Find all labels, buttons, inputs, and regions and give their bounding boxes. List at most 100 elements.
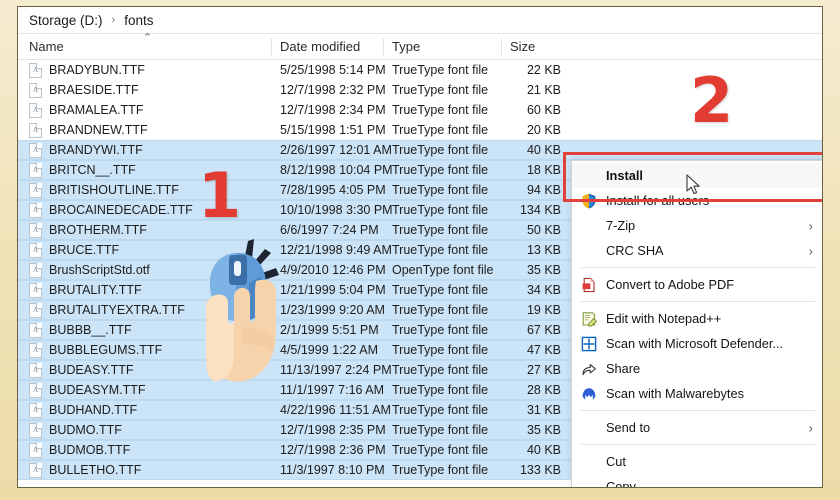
adobe-pdf-icon: [582, 277, 595, 292]
file-name-cell[interactable]: A BUDHAND.TTF: [29, 402, 137, 418]
column-header-size[interactable]: Size: [510, 39, 535, 54]
file-name-label: BRAESIDE.TTF: [49, 83, 139, 97]
column-divider-3[interactable]: [501, 38, 502, 55]
column-header-type[interactable]: Type: [392, 39, 420, 54]
file-name-label: BROCAINEDECADE.TTF: [49, 203, 193, 217]
file-name-label: BRANDYWI.TTF: [49, 143, 143, 157]
file-name-label: BROTHERM.TTF: [49, 223, 147, 237]
context-menu-item[interactable]: Cut: [572, 449, 822, 474]
file-name-cell[interactable]: A BUBBB__.TTF: [29, 322, 132, 338]
font-file-icon: A: [29, 142, 42, 158]
font-file-icon: A: [29, 82, 42, 98]
column-divider-2[interactable]: [383, 38, 384, 55]
breadcrumb[interactable]: Storage (D:) › fonts: [18, 7, 822, 34]
context-menu-item[interactable]: Convert to Adobe PDF: [572, 272, 822, 297]
file-name-cell[interactable]: A BRAMALEA.TTF: [29, 102, 143, 118]
file-date-cell: 4/22/1996 11:51 AM: [280, 403, 391, 417]
context-menu-item[interactable]: Share: [572, 356, 822, 381]
submenu-chevron-icon: ›: [808, 243, 813, 258]
file-name-cell[interactable]: A BRUTALITYEXTRA.TTF: [29, 302, 185, 318]
context-menu-item-label: Scan with Microsoft Defender...: [606, 336, 784, 351]
file-name-label: BRUTALITYEXTRA.TTF: [49, 303, 185, 317]
breadcrumb-separator-icon: ›: [111, 14, 116, 26]
breadcrumb-item-folder[interactable]: fonts: [124, 13, 153, 28]
annotation-step-2: 2: [690, 64, 734, 137]
file-name-cell[interactable]: A BRUTALITY.TTF: [29, 282, 142, 298]
font-file-icon: A: [29, 342, 42, 358]
file-name-cell[interactable]: A BUDEASY.TTF: [29, 362, 134, 378]
file-name-label: BULLETHO.TTF: [49, 463, 142, 477]
context-menu-item[interactable]: Edit with Notepad++: [572, 306, 822, 331]
file-name-cell[interactable]: A BRADYBUN.TTF: [29, 62, 145, 78]
file-date-cell: 5/25/1998 5:14 PM: [280, 63, 386, 77]
file-date-cell: 5/15/1998 1:51 PM: [280, 123, 386, 137]
file-name-cell[interactable]: A BUDMO.TTF: [29, 422, 122, 438]
file-name-cell[interactable]: A BRAESIDE.TTF: [29, 82, 139, 98]
column-divider-1[interactable]: [271, 38, 272, 55]
file-name-cell[interactable]: A BUDEASYM.TTF: [29, 382, 146, 398]
sort-ascending-icon: ⌃: [142, 32, 153, 44]
file-row[interactable]: A BRANDYWI.TTF 2/26/1997 12:01 AM TrueType …: [18, 140, 822, 160]
file-date-cell: 8/12/1998 10:04 PM: [280, 163, 393, 177]
file-name-cell[interactable]: A BrushScriptStd.otf: [29, 262, 150, 278]
submenu-chevron-icon: ›: [808, 420, 813, 435]
file-name-cell[interactable]: A BRANDYWI.TTF: [29, 142, 143, 158]
font-file-icon: A: [29, 202, 42, 218]
font-file-icon: A: [29, 262, 42, 278]
file-name-cell[interactable]: A BROTHERM.TTF: [29, 222, 147, 238]
file-name-cell[interactable]: A BRITISHOUTLINE.TTF: [29, 182, 179, 198]
font-file-icon: A: [29, 462, 42, 478]
context-menu-item-label: CRC SHA: [606, 243, 664, 258]
file-size-cell: 34 KB: [526, 283, 561, 297]
file-size-cell: 94 KB: [526, 183, 561, 197]
context-menu-item[interactable]: Scan with Malwarebytes: [572, 381, 822, 406]
file-name-cell[interactable]: A BULLETHO.TTF: [29, 462, 142, 478]
font-file-icon: A: [29, 242, 42, 258]
column-header-row: ⌃ Name Date modified Type Size: [18, 32, 822, 60]
context-menu-item[interactable]: Scan with Microsoft Defender...: [572, 331, 822, 356]
file-name-label: BUBBB__.TTF: [49, 323, 132, 337]
font-file-icon: A: [29, 222, 42, 238]
file-name-label: BUDEASY.TTF: [49, 363, 134, 377]
context-menu-item-label: Cut: [606, 454, 626, 469]
file-date-cell: 7/28/1995 4:05 PM: [280, 183, 386, 197]
file-name-label: BUDEASYM.TTF: [49, 383, 146, 397]
file-name-cell[interactable]: A BUDMOB.TTF: [29, 442, 130, 458]
file-size-cell: 22 KB: [526, 63, 561, 77]
context-menu-item[interactable]: Copy: [572, 474, 822, 487]
file-size-cell: 47 KB: [526, 343, 561, 357]
file-date-cell: 12/7/1998 2:36 PM: [280, 443, 386, 457]
font-file-icon: A: [29, 362, 42, 378]
file-size-cell: 40 KB: [526, 143, 561, 157]
file-name-label: BRUCE.TTF: [49, 243, 120, 257]
context-menu-item[interactable]: CRC SHA ›: [572, 238, 822, 263]
context-menu-separator: [581, 444, 815, 445]
font-file-icon: A: [29, 122, 42, 138]
submenu-chevron-icon: ›: [808, 218, 813, 233]
breadcrumb-item-drive[interactable]: Storage (D:): [29, 13, 103, 28]
uac-shield-icon: [582, 193, 596, 208]
column-header-name[interactable]: Name: [29, 39, 64, 54]
font-file-icon: A: [29, 422, 42, 438]
file-name-cell[interactable]: A BUBBLEGUMS.TTF: [29, 342, 162, 358]
file-name-cell[interactable]: A BRITCN__.TTF: [29, 162, 136, 178]
font-file-icon: A: [29, 382, 42, 398]
column-header-date-modified[interactable]: Date modified: [280, 39, 360, 54]
context-menu-item[interactable]: 7-Zip ›: [572, 213, 822, 238]
file-name-label: BRUTALITY.TTF: [49, 283, 142, 297]
context-menu-separator: [581, 410, 815, 411]
file-date-cell: 2/26/1997 12:01 AM: [280, 143, 392, 157]
context-menu-item[interactable]: Send to ›: [572, 415, 822, 440]
file-name-cell[interactable]: A BROCAINEDECADE.TTF: [29, 202, 193, 218]
context-menu-item-label: Edit with Notepad++: [606, 311, 722, 326]
context-menu[interactable]: Install Install for all users 7-Zip › CRC SH…: [571, 160, 822, 487]
file-name-cell[interactable]: A BRANDNEW.TTF: [29, 122, 148, 138]
file-date-cell: 12/7/1998 2:32 PM: [280, 83, 386, 97]
file-name-cell[interactable]: A BRUCE.TTF: [29, 242, 120, 258]
file-size-cell: 31 KB: [526, 403, 561, 417]
file-size-cell: 133 KB: [519, 463, 561, 477]
file-size-cell: 19 KB: [526, 303, 561, 317]
file-size-cell: 67 KB: [526, 323, 561, 337]
share-icon: [582, 363, 596, 375]
file-name-label: BRITISHOUTLINE.TTF: [49, 183, 179, 197]
